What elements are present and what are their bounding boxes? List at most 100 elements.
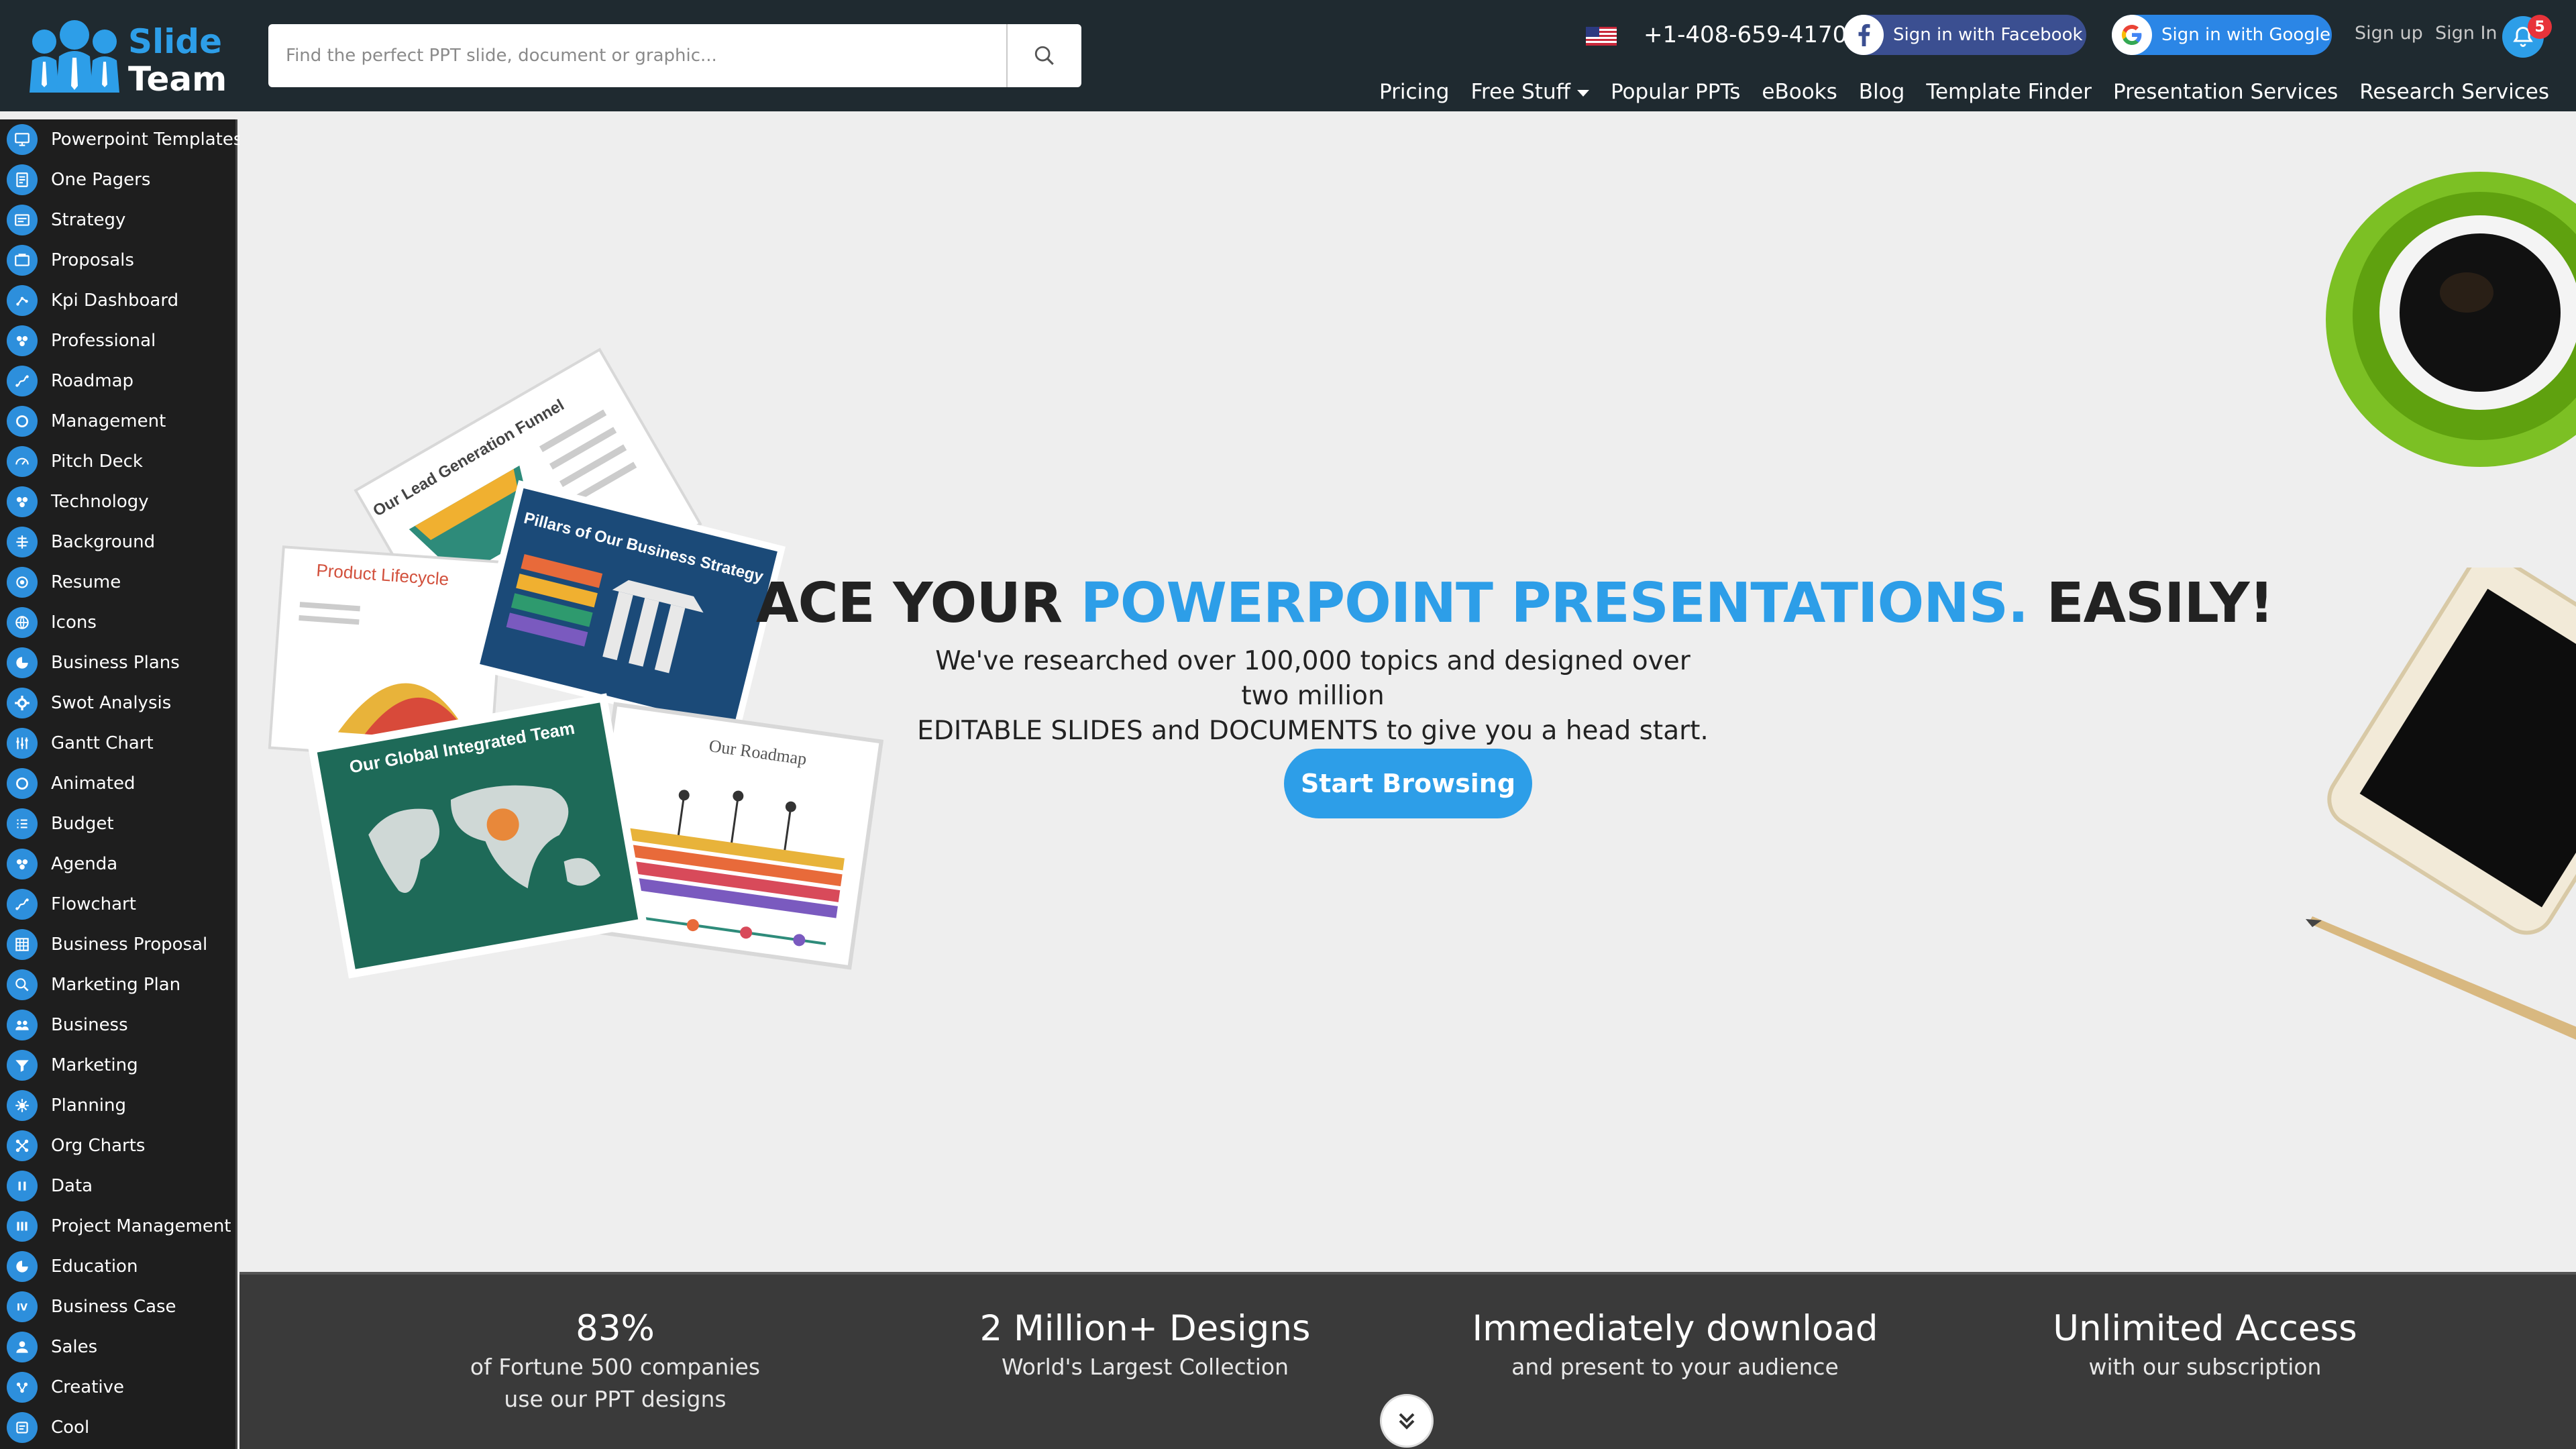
signin-link[interactable]: Sign In bbox=[2435, 23, 2498, 44]
sidebar-item-label: Business Plans bbox=[51, 653, 180, 673]
slides-collage-image: Our Lead Generation Funnel Product Lifec… bbox=[268, 347, 884, 979]
sidebar-item-label: Business Case bbox=[51, 1297, 176, 1317]
stat-download: Immediately download and present to your… bbox=[1440, 1307, 1910, 1383]
sidebar-item-label: Budget bbox=[51, 814, 114, 834]
sidebar-item-label: Agenda bbox=[51, 854, 118, 874]
sidebar-item-marketing[interactable]: Marketing bbox=[0, 1045, 235, 1085]
us-flag-icon[interactable] bbox=[1586, 27, 1617, 46]
headline-part1: ACE YOUR bbox=[756, 572, 1081, 635]
grid-icon bbox=[7, 929, 38, 960]
sidebar-item-data[interactable]: Data bbox=[0, 1166, 235, 1206]
logo-line1: Slide bbox=[128, 22, 222, 61]
sidebar-item-resume[interactable]: Resume bbox=[0, 562, 235, 602]
nav-blog[interactable]: Blog bbox=[1859, 78, 1905, 106]
gauge-icon bbox=[7, 446, 38, 477]
stats-bar: 83% of Fortune 500 companies use our PPT… bbox=[239, 1272, 2576, 1449]
nav-ebooks[interactable]: eBooks bbox=[1762, 78, 1837, 106]
sidebar-item-project-management[interactable]: Project Management bbox=[0, 1206, 235, 1246]
sidebar-item-kpi-dashboard[interactable]: Kpi Dashboard bbox=[0, 280, 235, 321]
sidebar-item-label: Animated bbox=[51, 773, 136, 794]
logo-line2: Team bbox=[128, 60, 227, 99]
search-input[interactable] bbox=[268, 24, 1006, 87]
gantt-icon bbox=[7, 728, 38, 759]
nav-research-services[interactable]: Research Services bbox=[2359, 78, 2549, 106]
sidebar-item-business[interactable]: Business bbox=[0, 1005, 235, 1045]
main-nav: Pricing Free Stuff Popular PPTs eBooks B… bbox=[1379, 78, 2549, 106]
stat-designs: 2 Million+ Designs World's Largest Colle… bbox=[910, 1307, 1380, 1383]
start-browsing-button[interactable]: Start Browsing bbox=[1284, 749, 1532, 818]
sidebar-item-business-case[interactable]: IV Business Case bbox=[0, 1287, 235, 1327]
category-sidebar: Powerpoint Templates One Pagers Strategy… bbox=[0, 119, 242, 1449]
sidebar-item-cool[interactable]: Cool bbox=[0, 1407, 235, 1448]
nav-free-stuff-label: Free Stuff bbox=[1470, 80, 1570, 104]
sidebar-item-planning[interactable]: Planning bbox=[0, 1085, 235, 1126]
sidebar-item-org-charts[interactable]: Org Charts bbox=[0, 1126, 235, 1166]
hero-subtitle-line2: EDITABLE SLIDES and DOCUMENTS to give yo… bbox=[917, 716, 1709, 746]
search-icon bbox=[1034, 46, 1054, 65]
flowchart-icon bbox=[7, 889, 38, 920]
sidebar-item-label: Business bbox=[51, 1015, 128, 1035]
sidebar-item-business-plans[interactable]: Business Plans bbox=[0, 643, 235, 683]
sidebar-item-icons[interactable]: Icons bbox=[0, 602, 235, 643]
sidebar-item-powerpoint-templates[interactable]: Powerpoint Templates bbox=[0, 119, 242, 160]
planning-icon bbox=[7, 1090, 38, 1121]
list-icon bbox=[7, 808, 38, 839]
sidebar-item-education[interactable]: Education bbox=[0, 1246, 235, 1287]
phone-number[interactable]: +1-408-659-4170 bbox=[1644, 20, 1847, 50]
sidebar-item-sales[interactable]: Sales bbox=[0, 1327, 235, 1367]
roman-four-icon: IV bbox=[7, 1291, 38, 1322]
sidebar-item-one-pagers[interactable]: One Pagers bbox=[0, 160, 235, 200]
signup-link[interactable]: Sign up bbox=[2355, 23, 2423, 44]
nav-free-stuff[interactable]: Free Stuff bbox=[1470, 78, 1589, 106]
sidebar-item-professional[interactable]: Professional bbox=[0, 321, 235, 361]
sidebar-item-business-proposal[interactable]: Business Proposal bbox=[0, 924, 235, 965]
stat-title: 83% bbox=[576, 1308, 655, 1349]
sidebar-item-label: Swot Analysis bbox=[51, 693, 172, 713]
sidebar-item-animated[interactable]: Animated bbox=[0, 763, 235, 804]
scroll-down-button[interactable] bbox=[1380, 1394, 1434, 1448]
facebook-signin-button[interactable]: Sign in with Facebook bbox=[1843, 15, 2086, 55]
search-bar bbox=[268, 24, 1081, 87]
nav-template-finder[interactable]: Template Finder bbox=[1926, 78, 2092, 106]
sidebar-item-pitch-deck[interactable]: Pitch Deck bbox=[0, 441, 235, 482]
background-icon bbox=[7, 527, 38, 557]
sidebar-item-label: Roadmap bbox=[51, 371, 134, 391]
nav-presentation-services[interactable]: Presentation Services bbox=[2113, 78, 2338, 106]
sidebar-item-label: Management bbox=[51, 411, 166, 431]
management-icon bbox=[7, 406, 38, 437]
sidebar-item-label: Sales bbox=[51, 1337, 98, 1357]
sidebar-item-roadmap[interactable]: Roadmap bbox=[0, 361, 235, 401]
pie-chart-icon bbox=[7, 647, 38, 678]
headline-accent: POWERPOINT PRESENTATIONS. bbox=[1080, 572, 2029, 635]
sidebar-item-swot-analysis[interactable]: Swot Analysis bbox=[0, 683, 235, 723]
sidebar-item-background[interactable]: Background bbox=[0, 522, 235, 562]
sidebar-item-label: Proposals bbox=[51, 250, 134, 270]
presentation-icon bbox=[7, 124, 38, 155]
sidebar-item-strategy[interactable]: Strategy bbox=[0, 200, 235, 240]
sidebar-item-creative[interactable]: Creative bbox=[0, 1367, 235, 1407]
sidebar-item-technology[interactable]: Technology bbox=[0, 482, 235, 522]
sidebar-item-label: Data bbox=[51, 1176, 93, 1196]
hero-subtitle-line1: We've researched over 100,000 topics and… bbox=[935, 646, 1690, 711]
sidebar-item-label: Icons bbox=[51, 612, 97, 633]
dashboard-icon bbox=[7, 285, 38, 316]
stat-fortune-500: 83% of Fortune 500 companies use our PPT… bbox=[380, 1307, 850, 1415]
cool-icon bbox=[7, 1412, 38, 1443]
slideteam-logo[interactable]: Slide Team bbox=[24, 19, 227, 99]
sidebar-item-budget[interactable]: Budget bbox=[0, 804, 235, 844]
sidebar-item-management[interactable]: Management bbox=[0, 401, 235, 441]
sidebar-item-flowchart[interactable]: Flowchart bbox=[0, 884, 235, 924]
nav-pricing[interactable]: Pricing bbox=[1379, 78, 1450, 106]
search-button[interactable] bbox=[1006, 24, 1081, 87]
sidebar-item-label: Technology bbox=[51, 492, 149, 512]
sidebar-item-label: Creative bbox=[51, 1377, 125, 1397]
animated-icon bbox=[7, 768, 38, 799]
sidebar-item-gantt-chart[interactable]: Gantt Chart bbox=[0, 723, 235, 763]
sidebar-item-agenda[interactable]: Agenda bbox=[0, 844, 235, 884]
education-icon bbox=[7, 1251, 38, 1282]
sidebar-item-marketing-plan[interactable]: Marketing Plan bbox=[0, 965, 235, 1005]
sidebar-item-label: Professional bbox=[51, 331, 156, 351]
nav-popular-ppts[interactable]: Popular PPTs bbox=[1611, 78, 1740, 106]
google-signin-button[interactable]: Sign in with Google bbox=[2112, 15, 2332, 55]
sidebar-item-proposals[interactable]: Proposals bbox=[0, 240, 235, 280]
